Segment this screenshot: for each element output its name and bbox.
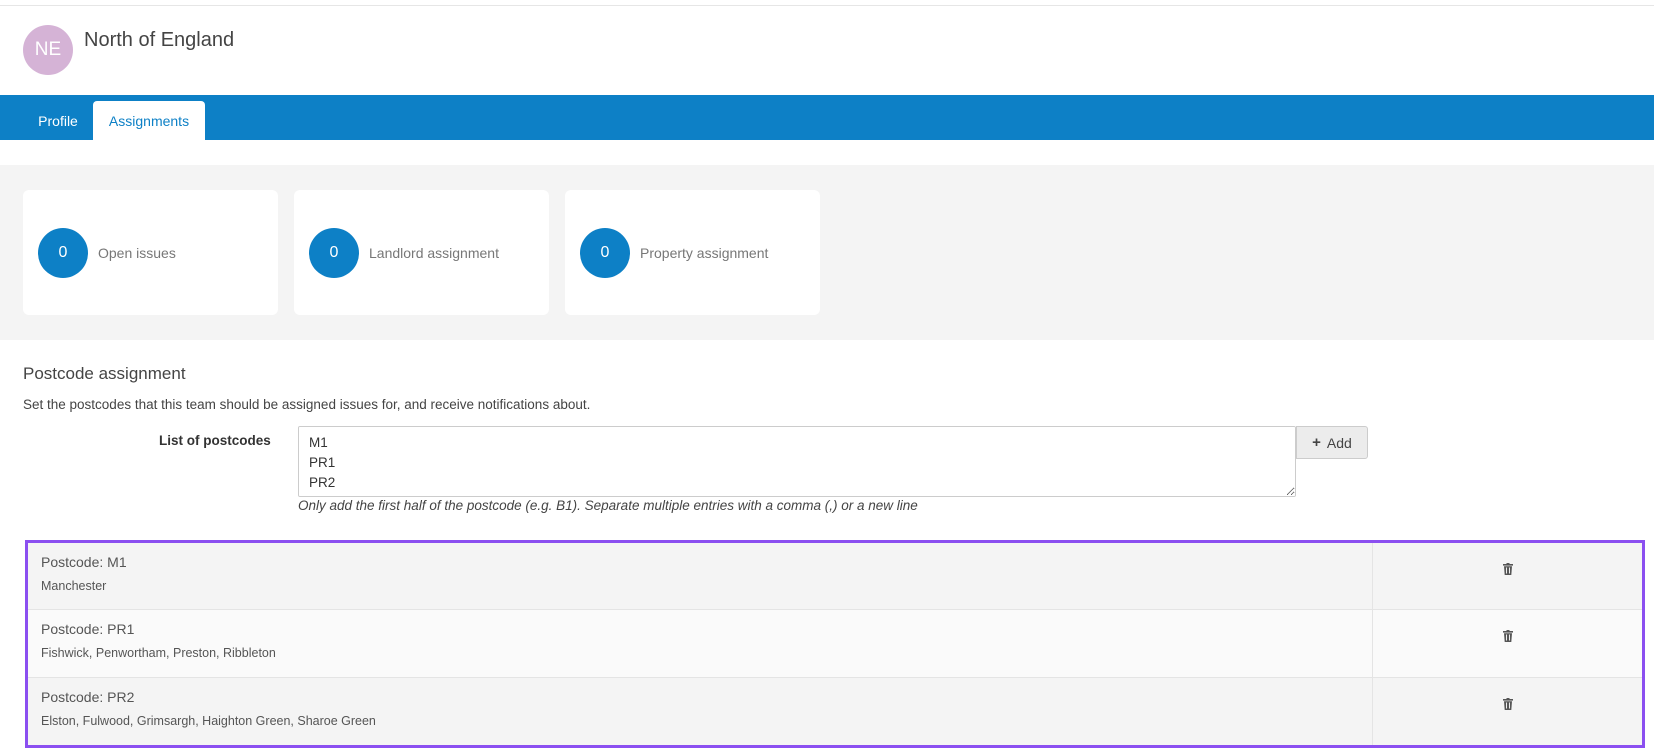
section-title: Postcode assignment xyxy=(23,364,186,383)
postcode-areas: Elston, Fulwood, Grimsargh, Haighton Gre… xyxy=(41,713,376,728)
stat-label: Property assignment xyxy=(640,244,769,261)
stat-card-landlord-assignment: 0 Landlord assignment xyxy=(294,190,549,315)
avatar: NE xyxy=(23,25,73,75)
action-cell xyxy=(1373,610,1642,676)
postcode-areas: Fishwick, Penwortham, Preston, Ribbleton xyxy=(41,646,276,661)
help-text: Only add the first half of the postcode … xyxy=(298,498,918,513)
tab-bar: Profile Assignments xyxy=(0,95,1654,140)
postcode-title: Postcode: M1 xyxy=(41,554,127,570)
stats-panel: 0 Open issues 0 Landlord assignment 0 Pr… xyxy=(0,165,1654,340)
stat-label: Landlord assignment xyxy=(369,244,499,261)
table-row: Postcode: PR2 Elston, Fulwood, Grimsargh… xyxy=(28,677,1642,745)
stat-card-open-issues: 0 Open issues xyxy=(23,190,278,315)
postcode-areas: Manchester xyxy=(41,579,107,593)
team-header: NE North of England xyxy=(23,25,234,75)
plus-icon: + xyxy=(1312,434,1321,451)
trash-icon[interactable] xyxy=(1502,630,1513,643)
stat-label: Open issues xyxy=(98,244,176,261)
section-description: Set the postcodes that this team should … xyxy=(23,397,591,412)
page-title: North of England xyxy=(84,29,235,51)
postcode-title: Postcode: PR1 xyxy=(41,621,135,638)
add-button-label: Add xyxy=(1326,434,1352,451)
table-row: Postcode: PR1 Fishwick, Penwortham, Pres… xyxy=(28,610,1642,678)
action-cell xyxy=(1373,543,1642,609)
tab-profile[interactable]: Profile xyxy=(23,101,93,140)
add-button[interactable]: + Add xyxy=(1296,426,1368,459)
assignments-table: Postcode: M1 Manchester Postcode: PR1 Fi… xyxy=(25,540,1645,748)
tab-assignments[interactable]: Assignments xyxy=(93,101,205,140)
postcodes-textarea[interactable] xyxy=(298,426,1296,497)
top-divider xyxy=(0,5,1654,6)
postcode-cell: Postcode: PR2 Elston, Fulwood, Grimsargh… xyxy=(28,677,1373,745)
postcode-cell: Postcode: PR1 Fishwick, Penwortham, Pres… xyxy=(28,610,1373,677)
table-row: Postcode: M1 Manchester xyxy=(28,543,1642,611)
stat-count: 0 xyxy=(580,227,630,278)
postcodes-field-label: List of postcodes xyxy=(159,433,271,448)
stat-count: 0 xyxy=(38,227,88,278)
stat-count: 0 xyxy=(309,227,359,278)
stat-card-property-assignment: 0 Property assignment xyxy=(565,190,820,315)
trash-icon[interactable] xyxy=(1502,697,1513,710)
trash-icon[interactable] xyxy=(1502,563,1513,575)
postcode-cell: Postcode: M1 Manchester xyxy=(28,543,1373,610)
action-cell xyxy=(1373,678,1642,745)
postcode-title: Postcode: PR2 xyxy=(41,688,135,705)
